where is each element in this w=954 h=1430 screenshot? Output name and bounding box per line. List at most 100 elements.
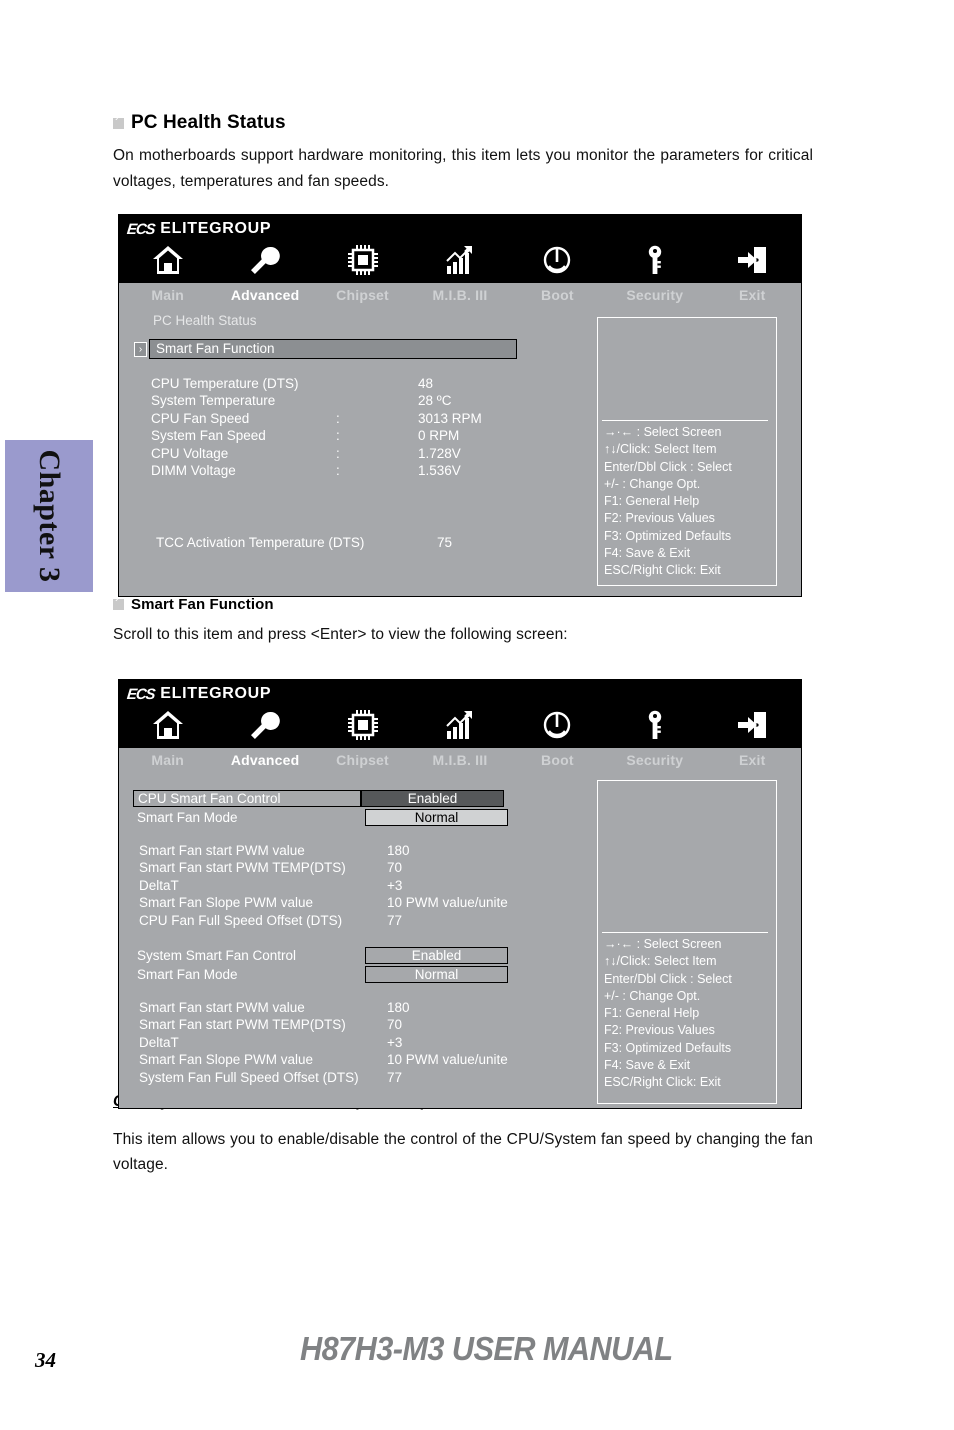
bios-screen-smart-fan[interactable]: ECS ELITEGROUP Main Advanced Chipset M.I… xyxy=(118,679,802,1109)
smart-fan-title: Smart Fan Function xyxy=(131,596,274,614)
menu-item-label[interactable]: Smart Fan Function xyxy=(149,339,517,359)
key-icon[interactable] xyxy=(606,240,703,280)
tab-chipset[interactable]: Chipset xyxy=(314,752,411,768)
setting-system-smart-fan-control[interactable]: System Smart Fan Control Enabled xyxy=(119,947,619,965)
chip-icon[interactable] xyxy=(314,240,411,280)
exit-door-icon[interactable] xyxy=(704,240,801,280)
tab-main[interactable]: Main xyxy=(119,287,216,303)
param-value: 10 PWM value/unite xyxy=(387,1052,508,1068)
help-line: F3: Optimized Defaults xyxy=(604,1040,732,1055)
tab-boot[interactable]: Boot xyxy=(509,287,606,303)
help-line: ↑↓/Click: Select Item xyxy=(604,442,717,457)
setting-system-smart-fan-mode[interactable]: Smart Fan Mode Normal xyxy=(119,966,619,984)
bios-tab-row[interactable]: Main Advanced Chipset M.I.B. III Boot Se… xyxy=(119,283,801,307)
chart-icon[interactable] xyxy=(411,705,508,745)
wrench-icon[interactable] xyxy=(216,240,313,280)
pc-health-title: PC Health Status xyxy=(131,112,286,133)
param-name: Smart Fan start PWM value xyxy=(139,1000,305,1016)
setting-value[interactable]: Normal xyxy=(365,966,508,984)
chip-icon[interactable] xyxy=(314,705,411,745)
tab-security[interactable]: Security xyxy=(606,287,703,303)
setting-cpu-smart-fan-mode[interactable]: Smart Fan Mode Normal xyxy=(119,809,619,826)
help-divider xyxy=(602,420,768,421)
help-line: →·← : Select Screen xyxy=(604,937,722,951)
bios-body: PC Health Status › Smart Fan Function CP… xyxy=(119,307,801,596)
home-icon[interactable] xyxy=(119,705,216,745)
section-heading-pc-health: PC Health Status xyxy=(113,112,813,134)
param-value: 10 PWM value/unite xyxy=(387,895,508,911)
reading-sep: : xyxy=(336,445,340,461)
setting-value[interactable]: Enabled xyxy=(365,947,508,965)
chapter-tab: Chapter 3 xyxy=(5,440,93,592)
param-value: 77 xyxy=(387,912,403,928)
reading-sep: : xyxy=(336,410,340,426)
system-param-list: Smart Fan start PWM value 180 Smart Fan … xyxy=(119,999,619,1086)
power-icon[interactable] xyxy=(509,705,606,745)
home-icon[interactable] xyxy=(119,240,216,280)
power-icon[interactable] xyxy=(509,240,606,280)
param-value: 77 xyxy=(387,1069,403,1085)
chart-icon[interactable] xyxy=(411,240,508,280)
param-row: CPU Fan Full Speed Offset (DTS) 77 xyxy=(119,912,619,929)
wrench-icon[interactable] xyxy=(216,705,313,745)
reading-value: 48 xyxy=(418,376,434,391)
param-name: Smart Fan Slope PWM value xyxy=(139,1052,314,1068)
help-line: →·← : Select Screen xyxy=(604,425,722,439)
help-line: Enter/Dbl Click : Select xyxy=(604,459,732,474)
param-value: 180 xyxy=(387,843,410,858)
page-number: 34 xyxy=(35,1348,56,1372)
setting-value[interactable]: Normal xyxy=(365,809,508,826)
cpu-param-list: Smart Fan start PWM value 180 Smart Fan … xyxy=(119,842,619,929)
bios-screen-pc-health[interactable]: ECS ELITEGROUP Main Advanced Chipset M.I… xyxy=(118,214,802,597)
param-row: Smart Fan start PWM value 180 xyxy=(119,999,619,1016)
bullet-arrow-icon xyxy=(113,594,124,611)
help-line: F2: Previous Values xyxy=(604,1023,715,1038)
help-line: +/- : Change Opt. xyxy=(604,476,701,491)
help-line: +/- : Change Opt. xyxy=(604,988,701,1003)
tab-mib3[interactable]: M.I.B. III xyxy=(411,752,508,768)
param-row: Smart Fan start PWM value 180 xyxy=(119,842,619,859)
reading-row: CPU Fan Speed : 3013 RPM xyxy=(119,410,589,427)
reading-value: 1.728V xyxy=(418,445,461,461)
param-row: Smart Fan Slope PWM value 10 PWM value/u… xyxy=(119,1051,619,1068)
param-name: Smart Fan start PWM value xyxy=(139,843,305,858)
tab-mib3[interactable]: M.I.B. III xyxy=(411,287,508,303)
help-line: Enter/Dbl Click : Select xyxy=(604,971,732,986)
reading-sep xyxy=(336,392,418,409)
tab-main[interactable]: Main xyxy=(119,752,216,768)
reading-name: DIMM Voltage xyxy=(151,463,236,479)
key-icon[interactable] xyxy=(606,705,703,745)
tab-security[interactable]: Security xyxy=(606,752,703,768)
ecs-badge-icon: ECS xyxy=(126,220,156,238)
help-line: F1: General Help xyxy=(604,1006,700,1020)
menu-item-smart-fan-function[interactable]: › Smart Fan Function xyxy=(134,339,589,359)
param-name: DeltaT xyxy=(139,877,179,893)
tab-exit[interactable]: Exit xyxy=(704,287,801,303)
page-title: PC Health Status xyxy=(153,313,257,328)
control-paragraph: This item allows you to enable/disable t… xyxy=(113,1130,813,1174)
exit-door-icon[interactable] xyxy=(704,705,801,745)
param-value: +3 xyxy=(387,1034,403,1050)
setting-cpu-smart-fan-control[interactable]: CPU Smart Fan Control Enabled xyxy=(119,790,619,807)
tab-advanced[interactable]: Advanced xyxy=(216,287,313,303)
setting-value[interactable]: Enabled xyxy=(361,790,504,807)
reading-name: System Temperature xyxy=(151,393,276,409)
tab-exit[interactable]: Exit xyxy=(704,752,801,768)
param-row: DeltaT +3 xyxy=(119,1034,619,1051)
param-row: DeltaT +3 xyxy=(119,877,619,894)
reading-sep xyxy=(336,375,418,392)
bios-header: ECS ELITEGROUP Main Advanced Chipset M.I… xyxy=(119,680,801,772)
tcc-name: TCC Activation Temperature (DTS) xyxy=(156,535,365,551)
tab-chipset[interactable]: Chipset xyxy=(314,287,411,303)
param-name: Smart Fan Slope PWM value xyxy=(139,895,314,911)
bios-tab-row[interactable]: Main Advanced Chipset M.I.B. III Boot Se… xyxy=(119,748,801,772)
param-value: 70 xyxy=(387,860,403,876)
tab-boot[interactable]: Boot xyxy=(509,752,606,768)
param-row: Smart Fan Slope PWM value 10 PWM value/u… xyxy=(119,894,619,911)
reading-sep: : xyxy=(336,428,340,444)
help-line: F1: General Help xyxy=(604,494,700,508)
bios-icon-row xyxy=(119,239,801,283)
ecs-logo: ECS ELITEGROUP xyxy=(119,218,801,239)
tab-advanced[interactable]: Advanced xyxy=(216,752,313,768)
param-name: System Fan Full Speed Offset (DTS) xyxy=(139,1069,359,1085)
